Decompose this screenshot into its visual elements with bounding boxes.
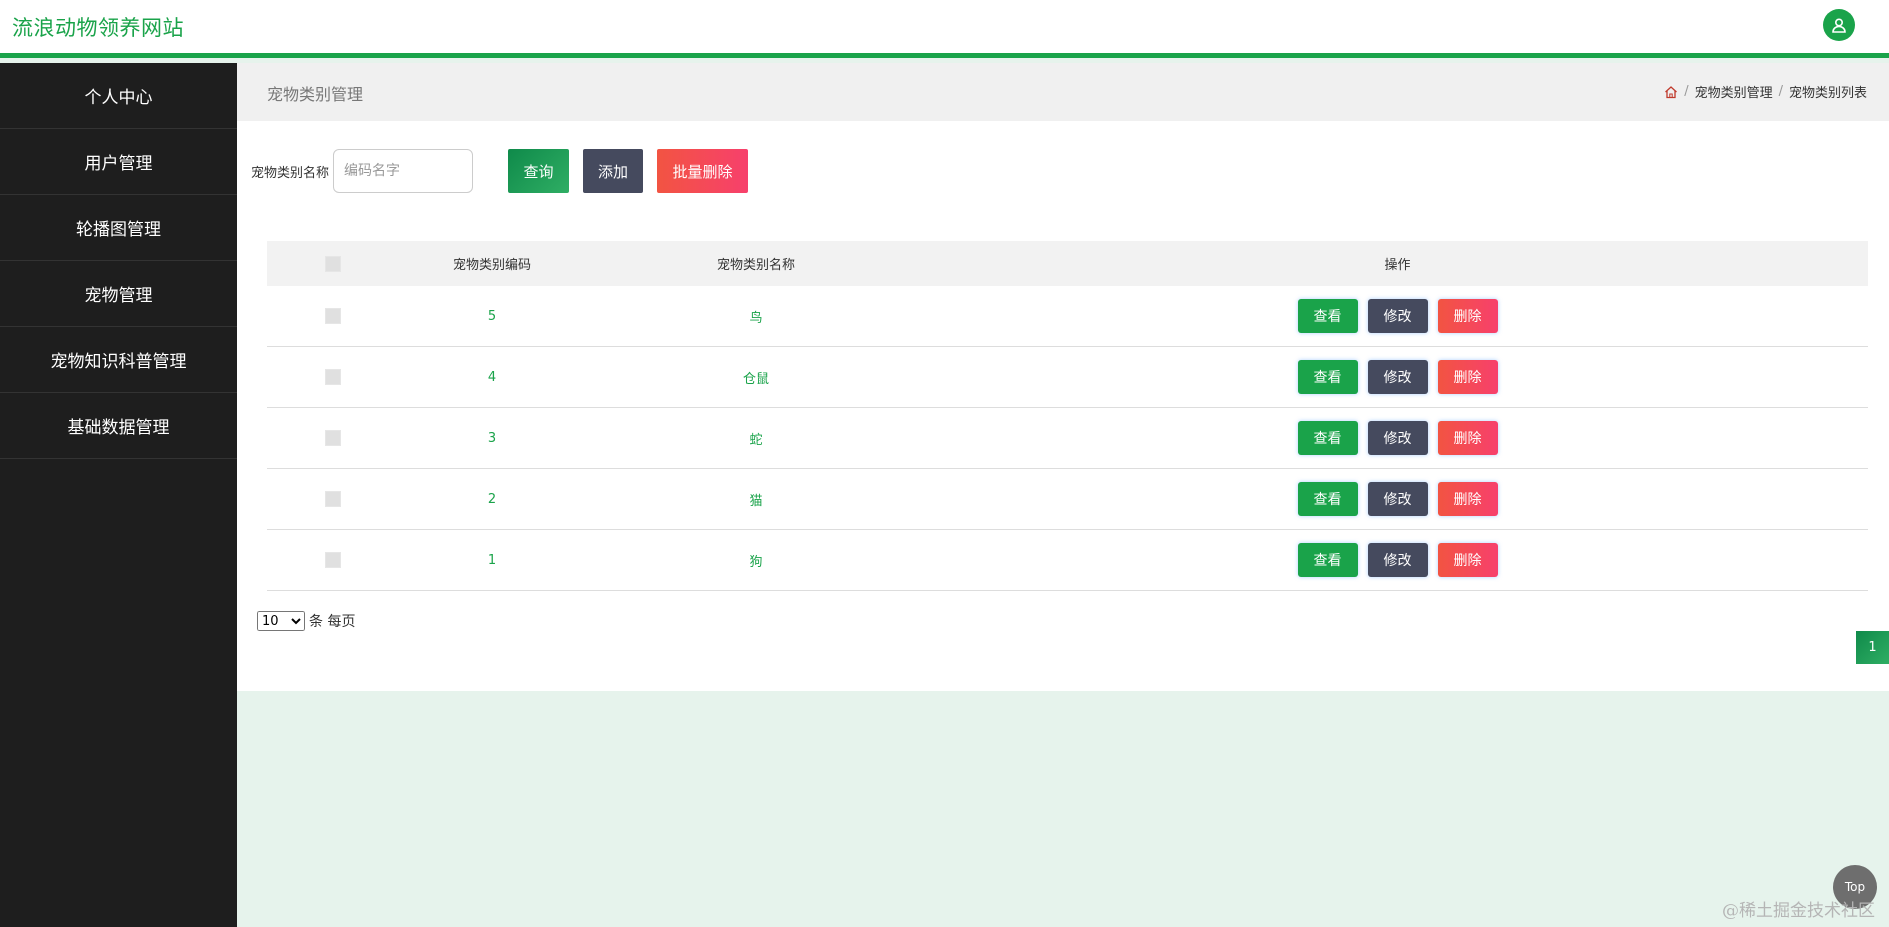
search-label: 宠物类别名称 bbox=[251, 165, 330, 181]
sidebar-item-label: 用户管理 bbox=[84, 154, 153, 174]
home-icon[interactable] bbox=[1664, 85, 1678, 99]
delete-button[interactable]: 删除 bbox=[1437, 299, 1498, 333]
sidebar-item-personal-center[interactable]: 个人中心 bbox=[0, 63, 237, 129]
table-row: 2 猫 查看 修改 删除 bbox=[267, 469, 1868, 530]
select-all-checkbox[interactable] bbox=[325, 255, 341, 272]
edit-button[interactable]: 修改 bbox=[1367, 421, 1428, 455]
pet-category-table: 宠物类别编码 宠物类别名称 操作 5 鸟 查看 修改 删除 4 仓鼠 查看 修改… bbox=[267, 241, 1868, 591]
table-row: 4 仓鼠 查看 修改 删除 bbox=[267, 347, 1868, 408]
page-title: 宠物类别管理 bbox=[267, 85, 364, 104]
search-bar: 宠物类别名称 查询 添加 批量删除 bbox=[251, 149, 749, 193]
view-button[interactable]: 查看 bbox=[1297, 299, 1358, 333]
breadcrumb-level1[interactable]: 宠物类别管理 bbox=[1695, 82, 1773, 101]
row-checkbox[interactable] bbox=[325, 308, 341, 324]
cell-code: 2 bbox=[487, 491, 497, 507]
batch-delete-button[interactable]: 批量删除 bbox=[657, 149, 749, 193]
sidebar-item-label: 轮播图管理 bbox=[76, 220, 161, 240]
cell-code: 3 bbox=[487, 430, 497, 446]
row-checkbox[interactable] bbox=[325, 369, 341, 385]
page-size-suffix: 条 每页 bbox=[309, 614, 356, 630]
table-header: 宠物类别编码 宠物类别名称 操作 bbox=[267, 241, 1868, 286]
header-code: 宠物类别编码 bbox=[452, 258, 531, 273]
view-button[interactable]: 查看 bbox=[1297, 543, 1358, 577]
cell-code: 1 bbox=[487, 552, 497, 568]
row-checkbox[interactable] bbox=[325, 552, 341, 568]
sidebar: 个人中心 用户管理 轮播图管理 宠物管理 宠物知识科普管理 基础数据管理 bbox=[0, 63, 237, 927]
row-checkbox[interactable] bbox=[325, 491, 341, 507]
cell-name: 狗 bbox=[749, 554, 763, 570]
edit-button[interactable]: 修改 bbox=[1367, 482, 1428, 516]
breadcrumb-level2: 宠物类别列表 bbox=[1788, 86, 1867, 101]
sidebar-item-pet-management[interactable]: 宠物管理 bbox=[0, 261, 237, 327]
sidebar-item-label: 基础数据管理 bbox=[67, 418, 170, 438]
watermark: @稀土掘金技术社区 bbox=[1722, 901, 1875, 921]
breadcrumb-separator: / bbox=[1778, 84, 1783, 99]
page-number-button[interactable]: 1 bbox=[1856, 631, 1889, 664]
edit-button[interactable]: 修改 bbox=[1367, 299, 1428, 333]
header-operation: 操作 bbox=[1384, 258, 1411, 273]
cell-name: 猫 bbox=[749, 493, 763, 509]
sidebar-item-user-management[interactable]: 用户管理 bbox=[0, 129, 237, 195]
cell-code: 5 bbox=[487, 308, 497, 324]
view-button[interactable]: 查看 bbox=[1297, 482, 1358, 516]
delete-button[interactable]: 删除 bbox=[1437, 360, 1498, 394]
cell-code: 4 bbox=[487, 369, 497, 385]
header-name: 宠物类别名称 bbox=[716, 258, 795, 273]
cell-name: 蛇 bbox=[749, 432, 763, 448]
edit-button[interactable]: 修改 bbox=[1367, 543, 1428, 577]
table-row: 1 狗 查看 修改 删除 bbox=[267, 530, 1868, 591]
top-header: 流浪动物领养网站 bbox=[0, 0, 1889, 58]
view-button[interactable]: 查看 bbox=[1297, 360, 1358, 394]
breadcrumb-separator: / bbox=[1684, 84, 1689, 99]
sidebar-item-pet-knowledge-management[interactable]: 宠物知识科普管理 bbox=[0, 327, 237, 393]
search-input[interactable] bbox=[333, 149, 474, 193]
breadcrumb: / 宠物类别管理 / 宠物类别列表 bbox=[1664, 82, 1867, 101]
edit-button[interactable]: 修改 bbox=[1367, 360, 1428, 394]
sidebar-item-label: 个人中心 bbox=[84, 88, 153, 108]
main-content: 宠物类别管理 / 宠物类别管理 / 宠物类别列表 宠物类别名称 查询 添加 批量… bbox=[237, 63, 1889, 691]
title-bar: 宠物类别管理 / 宠物类别管理 / 宠物类别列表 bbox=[237, 63, 1889, 121]
table-row: 5 鸟 查看 修改 删除 bbox=[267, 286, 1868, 347]
delete-button[interactable]: 删除 bbox=[1437, 482, 1498, 516]
view-button[interactable]: 查看 bbox=[1297, 421, 1358, 455]
sidebar-item-label: 宠物管理 bbox=[84, 286, 153, 306]
table-row: 3 蛇 查看 修改 删除 bbox=[267, 408, 1868, 469]
page-size-select[interactable]: 10 bbox=[257, 611, 305, 631]
user-icon bbox=[1832, 18, 1846, 33]
add-button[interactable]: 添加 bbox=[583, 149, 644, 193]
sidebar-item-carousel-management[interactable]: 轮播图管理 bbox=[0, 195, 237, 261]
site-title: 流浪动物领养网站 bbox=[12, 16, 184, 40]
page-size-control: 10 条 每页 bbox=[257, 611, 355, 631]
sidebar-item-base-data-management[interactable]: 基础数据管理 bbox=[0, 393, 237, 459]
query-button[interactable]: 查询 bbox=[508, 149, 570, 193]
sidebar-item-label: 宠物知识科普管理 bbox=[50, 352, 187, 372]
row-checkbox[interactable] bbox=[325, 430, 341, 446]
user-avatar[interactable] bbox=[1823, 9, 1855, 41]
cell-name: 鸟 bbox=[749, 310, 763, 326]
delete-button[interactable]: 删除 bbox=[1437, 421, 1498, 455]
cell-name: 仓鼠 bbox=[742, 371, 769, 387]
delete-button[interactable]: 删除 bbox=[1437, 543, 1498, 577]
